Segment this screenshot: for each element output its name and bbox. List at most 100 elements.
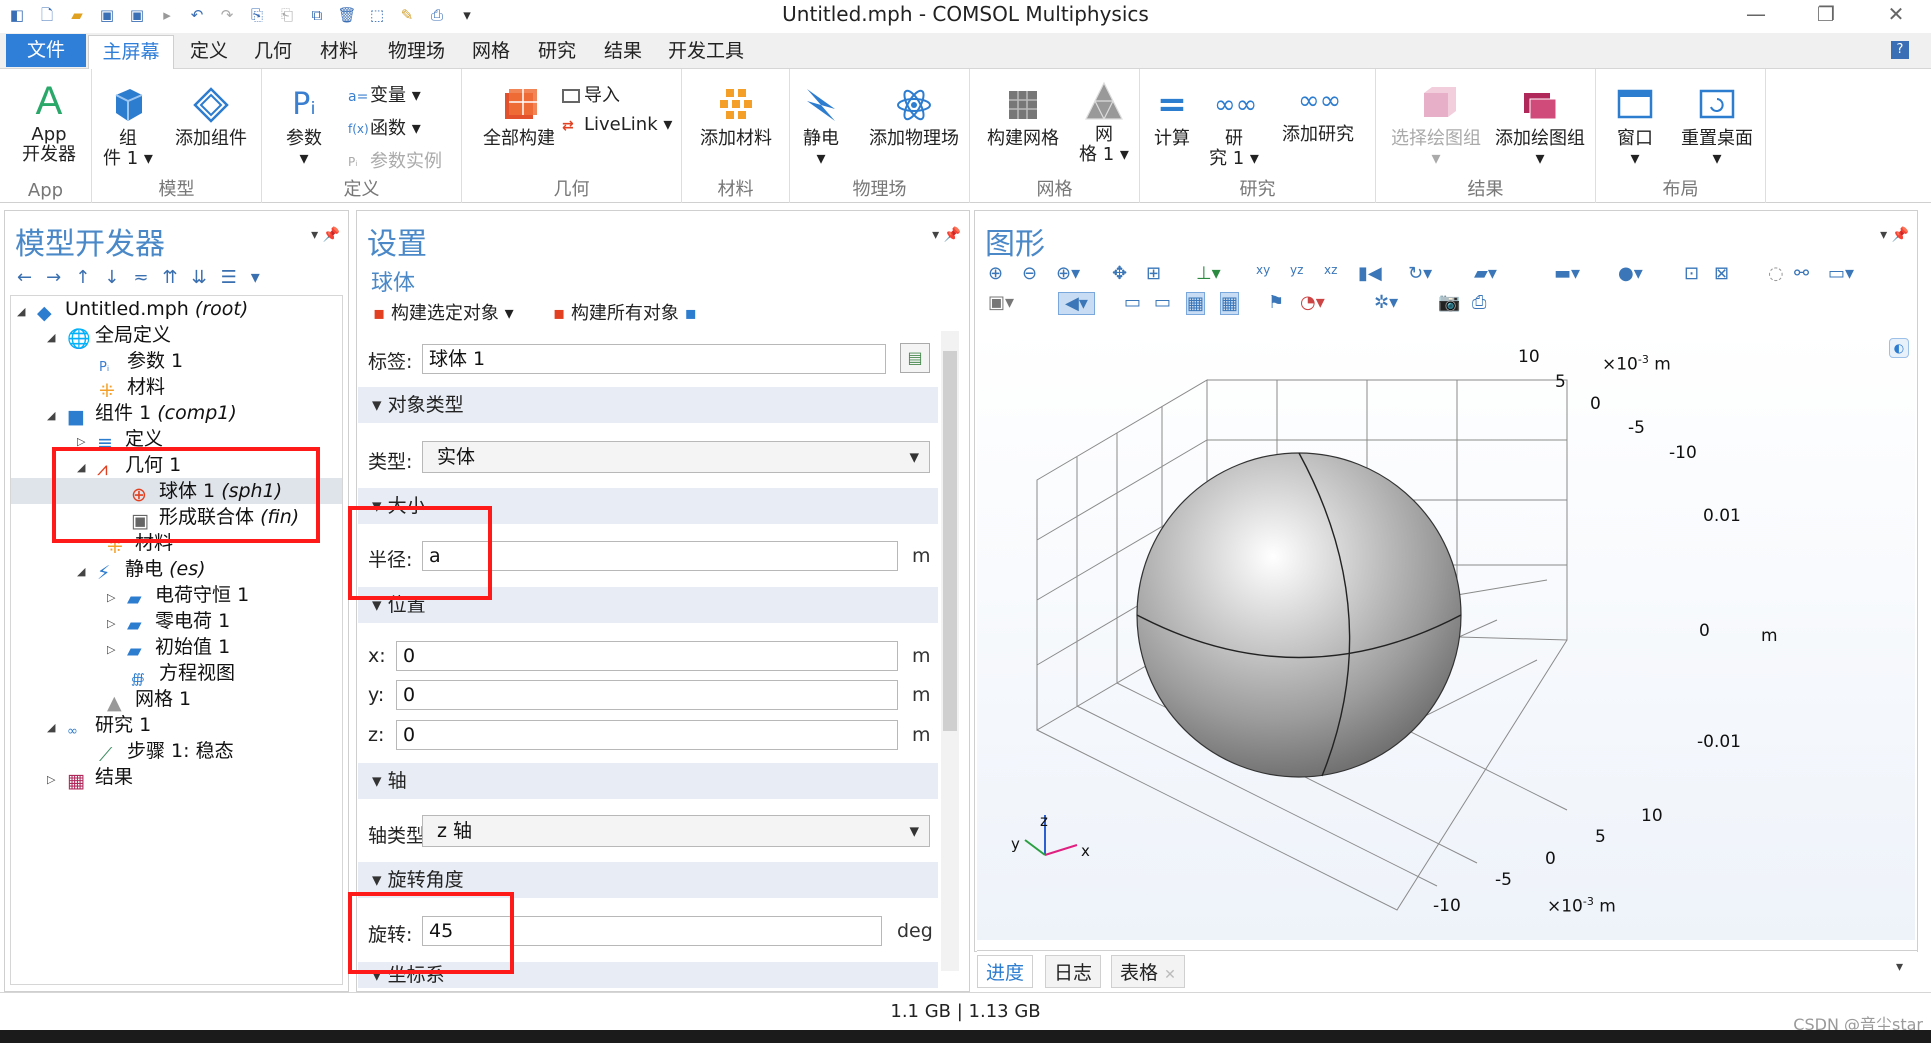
down-icon[interactable]: ↓ (104, 267, 133, 288)
add-study-button[interactable]: ∞∞ 添加研究 (1268, 81, 1368, 145)
axis-type-select[interactable]: z 轴 (422, 815, 930, 847)
collapse-arrow-icon[interactable]: ◢ (47, 715, 61, 741)
render-icon[interactable]: ▬▾ (1554, 263, 1580, 284)
print-icon[interactable]: ⎙ (1472, 292, 1486, 313)
tree-node-component[interactable]: ◢ ■ 组件 1 (comp1) (47, 400, 237, 429)
tree-node-global-materials[interactable]: ⁜ 材料 (99, 374, 165, 402)
tree-node-global-definitions[interactable]: ◢ 🌐 全局定义 (47, 322, 171, 351)
panel-menu-icon[interactable]: ▾ (1896, 959, 1903, 975)
scrollbar-thumb[interactable] (943, 351, 957, 731)
tab-developer[interactable]: 开发工具 (668, 35, 744, 67)
tab-log[interactable]: 日志 (1045, 955, 1102, 988)
tab-progress[interactable]: 进度 (977, 955, 1034, 988)
select-mode-icon[interactable]: ▰▾ (1474, 263, 1497, 284)
collapse-arrow-icon[interactable]: ◢ (47, 403, 61, 429)
y-input[interactable]: 0 (396, 680, 898, 710)
view-options-icon[interactable]: ▭▾ (1828, 263, 1854, 284)
lighting-icon[interactable]: ◀▾ (1058, 292, 1095, 315)
view-cube-icon[interactable]: ◐ (1889, 338, 1909, 358)
build-all-objects-button[interactable]: ▪ 构建所有对象 ▪ (553, 299, 697, 325)
select-box-icon[interactable]: ⊡ (1684, 263, 1699, 284)
collapse-icon[interactable]: ⇊ (192, 267, 221, 288)
graphics-canvas[interactable]: 10 5 0 -5 -10 ×10-3 m 0.01 0 m -0.01 10 … (977, 330, 1915, 940)
tab-results[interactable]: 结果 (604, 35, 642, 67)
view-xy-icon[interactable]: xy (1256, 263, 1270, 277)
tab-study[interactable]: 研究 (538, 35, 576, 67)
functions-button[interactable]: f(x)函数 ▾ (348, 114, 421, 140)
edit-label-icon[interactable]: ▤ (900, 343, 930, 373)
collapse-arrow-icon[interactable]: ◢ (47, 325, 61, 351)
compute-button[interactable]: = 计算 (1144, 85, 1200, 149)
zoom-out-icon[interactable]: ⊖ (1022, 263, 1037, 284)
tab-geometry[interactable]: 几何 (254, 35, 292, 67)
tab-home[interactable]: 主屏幕 (88, 35, 174, 69)
settings-scrollbar[interactable] (941, 331, 959, 971)
tree-node-results[interactable]: ▷ ▦ 结果 (47, 764, 133, 793)
view-manager-icon[interactable]: ▣▾ (988, 292, 1014, 313)
zoom-selected-icon[interactable]: ✥ (1112, 263, 1127, 284)
tab-materials[interactable]: 材料 (320, 35, 358, 67)
expand-icon[interactable]: ⇈ (162, 267, 191, 288)
tree-node-equation-view[interactable]: ∰ 方程视图 (131, 660, 235, 687)
tab-physics[interactable]: 物理场 (388, 35, 445, 67)
radius-input[interactable]: a (422, 541, 898, 571)
zoom-in-icon[interactable]: ⊕ (988, 263, 1003, 284)
restore-button[interactable]: ❐ (1791, 0, 1861, 30)
tree-node-charge-conservation[interactable]: ▷ ▰ 电荷守恒 1 (107, 582, 249, 610)
select-plot-group-button[interactable]: 选择绘图组 ▾ (1388, 85, 1484, 169)
hide-icon[interactable]: ◌ (1768, 263, 1784, 284)
measure-icon[interactable]: ◔▾ (1300, 292, 1325, 313)
tree-node-electrostatics[interactable]: ◢ ⚡ 静电 (es) (77, 556, 206, 585)
transparency-icon[interactable]: ⚯ (1794, 263, 1809, 284)
tree-node-zero-charge[interactable]: ▷ ▰ 零电荷 1 (107, 608, 230, 636)
param-case-button[interactable]: Pᵢ 参数实例 (348, 147, 442, 173)
reset-desktop-button[interactable]: 重置桌面 ▾ (1672, 85, 1762, 169)
show-icon[interactable]: ≂ (133, 267, 162, 288)
deselect-icon[interactable]: ⊠ (1714, 263, 1729, 284)
expand-arrow-icon[interactable]: ▷ (107, 637, 121, 663)
panel-menu-icon[interactable]: ▾ 📌 (311, 227, 340, 243)
label-input[interactable]: 球体 1 (422, 344, 886, 374)
back-icon[interactable]: ← (17, 267, 46, 288)
grid-toggle-icon[interactable]: ▦ (1186, 292, 1206, 315)
windows-button[interactable]: 窗口 ▾ (1604, 85, 1666, 169)
type-select[interactable]: 实体 (422, 441, 930, 473)
expand-arrow-icon[interactable]: ▷ (47, 767, 61, 793)
up-icon[interactable]: ↑ (75, 267, 104, 288)
tree-node-initial-values[interactable]: ▷ ▰ 初始值 1 (107, 634, 230, 663)
livelink-button[interactable]: ⇄ LiveLink ▾ (562, 114, 672, 135)
tree-node-parameters[interactable]: Pᵢ 参数 1 (99, 348, 183, 375)
close-button[interactable]: ✕ (1861, 0, 1931, 30)
camera-icon[interactable]: ●▾ (1618, 263, 1643, 284)
build-mesh-button[interactable]: 构建网格 (978, 85, 1068, 149)
section-object-type[interactable]: 对象类型 (358, 387, 938, 423)
collapse-arrow-icon[interactable]: ◢ (17, 299, 31, 325)
section-axis[interactable]: 轴 (358, 763, 938, 799)
add-plot-group-button[interactable]: 添加绘图组 ▾ (1490, 85, 1590, 169)
help-icon[interactable]: ? (1891, 41, 1909, 59)
tab-file[interactable]: 文件 (6, 34, 86, 67)
mesh-1-button[interactable]: 网 格 1 ▾ (1074, 81, 1134, 165)
forward-icon[interactable]: → (46, 267, 75, 288)
z-input[interactable]: 0 (396, 720, 898, 750)
close-tab-icon[interactable]: ✕ (1164, 967, 1176, 983)
add-physics-button[interactable]: 添加物理场 (862, 85, 966, 149)
add-material-button[interactable]: 添加材料 (688, 85, 784, 149)
screenshot-icon[interactable]: 📷 (1438, 292, 1460, 313)
axis-toggle-icon[interactable]: ▦ (1220, 292, 1240, 315)
wireframe-icon[interactable]: ▭ (1124, 292, 1141, 313)
panel-menu-icon[interactable]: ▾ 📌 (932, 227, 961, 243)
list-icon[interactable]: ☰▾ (221, 267, 274, 288)
zoom-extents-icon[interactable]: ⊞ (1146, 263, 1161, 284)
collapse-arrow-icon[interactable]: ◢ (77, 559, 91, 585)
rotate-icon[interactable]: ↻▾ (1408, 263, 1432, 284)
tab-mesh[interactable]: 网格 (472, 35, 510, 67)
build-all-button[interactable]: 全部构建 (474, 85, 564, 149)
tree-node-root[interactable]: ◢ ◆ Untitled.mph (root) (17, 296, 248, 325)
component-button[interactable]: 组 件 1 ▾ (102, 85, 154, 169)
tab-definitions[interactable]: 定义 (190, 35, 228, 67)
zoom-box-icon[interactable]: ⊕▾ (1056, 263, 1080, 284)
panel-menu-icon[interactable]: ▾ 📌 (1880, 227, 1909, 243)
view-yz-icon[interactable]: yz (1290, 263, 1303, 277)
refresh-icon[interactable]: ▪ (685, 303, 697, 324)
